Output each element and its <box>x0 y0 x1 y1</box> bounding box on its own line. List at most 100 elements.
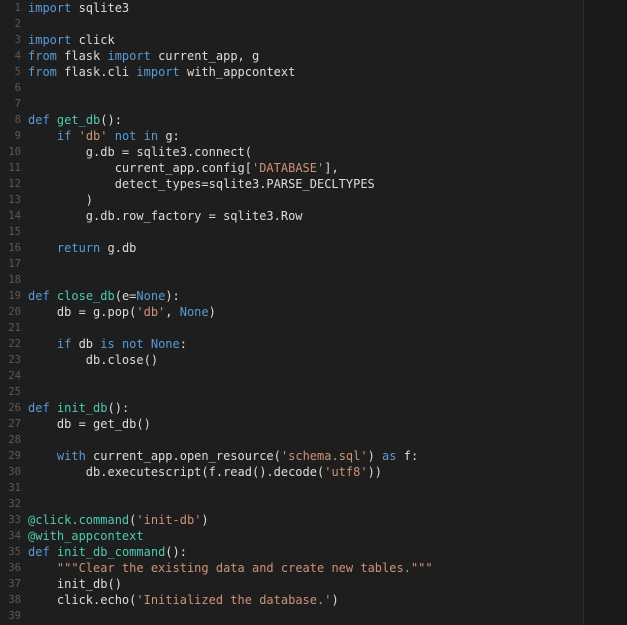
code-line[interactable]: 11 current_app.config['DATABASE'], <box>0 160 583 176</box>
code-token: close_db <box>56 289 115 303</box>
code-line[interactable]: 39 <box>0 608 583 624</box>
line-number: 1 <box>14 2 21 14</box>
line-number: 3 <box>14 34 21 46</box>
code-token: init_db_command <box>56 545 166 559</box>
code-line[interactable]: 6 <box>0 80 583 96</box>
code-line[interactable]: 37 init_db() <box>0 576 583 592</box>
minimap[interactable] <box>583 0 627 625</box>
code-line[interactable]: 35 def init_db_command(): <box>0 544 583 560</box>
code-line[interactable]: 29 with current_app.open_resource('schem… <box>0 448 583 464</box>
code-token: g: <box>158 129 180 143</box>
line-number: 19 <box>8 290 21 302</box>
line-code: db.executescript(f.read().decode('utf8')… <box>28 464 382 480</box>
code-token: 'db' <box>136 305 166 319</box>
line-number: 37 <box>8 578 21 590</box>
code-line[interactable]: 4 from flask import current_app, g <box>0 48 583 64</box>
code-line[interactable]: 8 def get_db(): <box>0 112 583 128</box>
code-editor[interactable]: 1 import sqlite3 2 3 import click 4 from flask… <box>0 0 583 625</box>
line-number: 2 <box>14 18 21 30</box>
line-code: import sqlite3 <box>28 0 129 16</box>
line-number: 24 <box>8 370 21 382</box>
line-code: g.db = sqlite3.connect( <box>28 144 252 160</box>
code-line[interactable]: 18 <box>0 272 583 288</box>
line-number: 35 <box>8 546 21 558</box>
code-line[interactable]: 16 return g.db <box>0 240 583 256</box>
code-line[interactable]: 38 click.echo('Initialized the database.… <box>0 592 583 608</box>
line-number: 8 <box>14 114 21 126</box>
code-line[interactable]: 15 <box>0 224 583 240</box>
code-line[interactable]: 33 @click.command('init-db') <box>0 512 583 528</box>
code-line[interactable]: 14 g.db.row_factory = sqlite3.Row <box>0 208 583 224</box>
line-number: 23 <box>8 354 21 366</box>
line-number: 14 <box>8 210 21 222</box>
code-token: from <box>28 65 57 79</box>
code-token: None <box>136 289 166 303</box>
code-token: (): <box>165 545 187 559</box>
code-line[interactable]: 22 if db is not None: <box>0 336 583 352</box>
code-token: with_appcontext <box>179 65 296 79</box>
line-code: def close_db(e=None): <box>28 288 180 304</box>
code-token: @click.command <box>28 513 130 527</box>
code-line[interactable]: 3 import click <box>0 32 583 48</box>
code-line[interactable]: 7 <box>0 96 583 112</box>
code-token: from <box>28 49 57 63</box>
line-number: 30 <box>8 466 21 478</box>
line-number: 31 <box>8 482 21 494</box>
code-line[interactable]: 36 """Clear the existing data and create… <box>0 560 583 576</box>
code-line[interactable]: 27 db = get_db() <box>0 416 583 432</box>
line-code: def init_db(): <box>28 400 129 416</box>
code-token: current_app, g <box>150 49 260 63</box>
code-token: 'schema.sql' <box>280 449 368 463</box>
code-line[interactable]: 17 <box>0 256 583 272</box>
code-line[interactable]: 9 if 'db' not in g: <box>0 128 583 144</box>
code-line[interactable]: 32 <box>0 496 583 512</box>
line-code: with current_app.open_resource('schema.s… <box>28 448 418 464</box>
code-line[interactable]: 1 import sqlite3 <box>0 0 583 16</box>
code-line[interactable]: 19 def close_db(e=None): <box>0 288 583 304</box>
line-number: 15 <box>8 226 21 238</box>
code-line[interactable]: 2 <box>0 16 583 32</box>
code-line[interactable]: 23 db.close() <box>0 352 583 368</box>
code-token: return <box>56 241 101 255</box>
code-token: if <box>56 129 72 143</box>
code-token: import <box>28 1 72 15</box>
line-number: 17 <box>8 258 21 270</box>
code-token: ) <box>28 193 94 207</box>
line-number: 16 <box>8 242 21 254</box>
code-line[interactable]: 30 db.executescript(f.read().decode('utf… <box>0 464 583 480</box>
line-number: 12 <box>8 178 21 190</box>
code-line[interactable]: 12 detect_types=sqlite3.PARSE_DECLTYPES <box>0 176 583 192</box>
code-line[interactable]: 20 db = g.pop('db', None) <box>0 304 583 320</box>
line-number: 34 <box>8 530 21 542</box>
code-line[interactable]: 5 from flask.cli import with_appcontext <box>0 64 583 80</box>
line-code: db = get_db() <box>28 416 151 432</box>
code-token: init_db() <box>28 577 122 591</box>
code-token: None <box>150 337 180 351</box>
code-line[interactable]: 25 <box>0 384 583 400</box>
code-token: flask <box>56 49 108 63</box>
code-line[interactable]: 26 def init_db(): <box>0 400 583 416</box>
code-token: (): <box>100 113 122 127</box>
code-token: f: <box>396 449 419 463</box>
code-line[interactable]: 24 <box>0 368 583 384</box>
code-line[interactable]: 31 <box>0 480 583 496</box>
code-token: ) <box>331 593 339 607</box>
line-number: 10 <box>8 146 21 158</box>
code-line[interactable]: 13 ) <box>0 192 583 208</box>
code-line[interactable]: 10 g.db = sqlite3.connect( <box>0 144 583 160</box>
code-token: ): <box>165 289 180 303</box>
code-token: 'Initialized the database.' <box>136 593 332 607</box>
code-token: click.echo( <box>28 593 137 607</box>
code-token: )) <box>367 465 383 479</box>
line-code: import click <box>28 32 115 48</box>
line-number: 36 <box>8 562 21 574</box>
code-line[interactable]: 34 @with_appcontext <box>0 528 583 544</box>
code-line[interactable]: 21 <box>0 320 583 336</box>
line-number: 5 <box>14 66 21 78</box>
code-line[interactable]: 28 <box>0 432 583 448</box>
code-token: import <box>136 65 180 79</box>
